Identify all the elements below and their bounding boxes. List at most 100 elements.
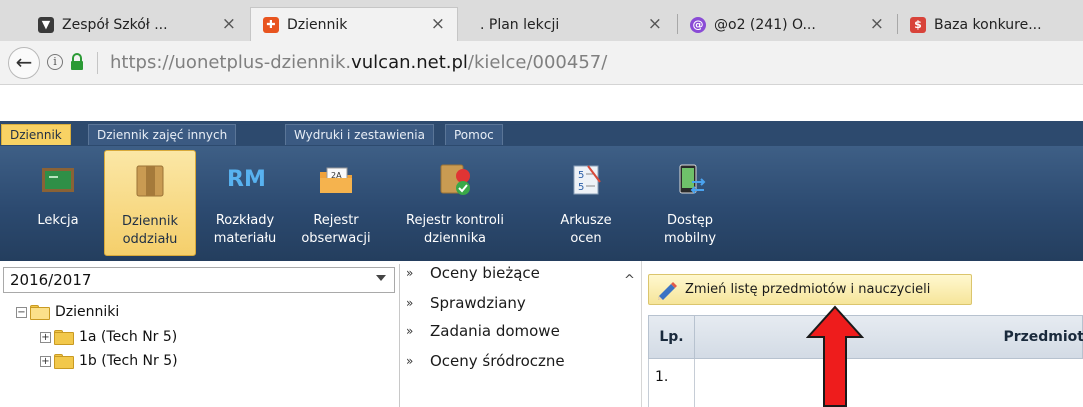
shield-icon: ▼ (38, 16, 54, 33)
journal-control-icon (440, 164, 470, 195)
menu-tab-wydruki[interactable]: Wydruki i zestawienia (285, 124, 434, 145)
tab-title: Zespół Szkół ... (62, 16, 168, 33)
toolbar-label-line1: Rozkłady (215, 213, 275, 228)
toolbar-label-line1: Rejestr (313, 213, 359, 228)
close-icon[interactable]: × (222, 14, 236, 34)
toolbar-label: Arkusze ocen (548, 212, 624, 248)
chevron-down-icon[interactable] (376, 275, 386, 281)
menu-tab-dziennik-zajec-innych[interactable]: Dziennik zajęć innych (88, 124, 237, 145)
lock-icon[interactable] (70, 53, 84, 71)
school-year-value: 2016/2017 (10, 271, 92, 289)
section-oceny-biezace[interactable]: » Oceny bieżące (406, 261, 540, 285)
toolbar-arkusze-ocen-button[interactable]: 5 5 Arkusze ocen (548, 146, 624, 258)
chevron-right-icon: » (406, 266, 414, 280)
toolbar-label: Rejestr obserwacji (292, 212, 380, 248)
toolbar-label-line2: mobilny (663, 231, 717, 246)
tree-item-1b[interactable]: + 1b (Tech Nr 5) (40, 351, 178, 371)
toolbar-label-line1: Arkusze (560, 213, 612, 228)
pencil-icon (658, 281, 677, 300)
section-oceny-srodroczne[interactable]: » Oceny śródroczne (406, 349, 565, 373)
tab-title: @o2 (241) O... (714, 16, 816, 33)
url-separator (97, 52, 98, 74)
toolbar-rejestr-obserwacji-button[interactable]: 2A Rejestr obserwacji (292, 146, 380, 258)
back-arrow-icon[interactable]: ← (8, 47, 40, 79)
class-journal-icon (136, 165, 164, 197)
browser-tab-baza[interactable]: $ Baza konkure... (898, 8, 1083, 41)
toolbar-label: Rozkłady materiału (204, 212, 286, 248)
close-icon[interactable]: × (431, 14, 445, 34)
svg-text:5: 5 (578, 170, 584, 181)
tab-title: Baza konkure... (934, 16, 1042, 33)
column-header-przedmiot[interactable]: Przedmiot (695, 316, 1083, 358)
toolbar-label-line1: Dostęp (666, 213, 714, 228)
url-suffix: /kielce/000457/ (467, 52, 608, 73)
toolbar-lekcja-button[interactable]: Lekcja (22, 146, 94, 258)
lesson-icon (42, 168, 74, 192)
rm-icon: RM (227, 167, 266, 192)
url-domain: vulcan.net.pl (351, 52, 468, 73)
section-zadania-domowe[interactable]: » Zadania domowe (406, 319, 560, 343)
chevron-right-icon: » (406, 296, 414, 310)
expand-icon[interactable]: + (40, 355, 51, 367)
tree-item-1a[interactable]: + 1a (Tech Nr 5) (40, 326, 177, 348)
section-label: Oceny śródroczne (430, 352, 565, 370)
menu-tab-dziennik[interactable]: Dziennik (1, 124, 71, 145)
chevron-right-icon: » (406, 324, 414, 338)
close-icon[interactable]: × (870, 14, 884, 34)
toolbar-dziennik-oddzialu-button[interactable]: Dziennik oddziału (104, 150, 196, 256)
red-arrow-annotation (806, 305, 864, 407)
change-subjects-teachers-button[interactable]: Zmień listę przedmiotów i nauczycieli (648, 274, 972, 305)
row-number: 1. (649, 359, 695, 407)
browser-tab-strip: ▼ Zespół Szkół ... × ✚ Dziennik × . Plan… (0, 0, 1083, 41)
table-row[interactable]: 1. (648, 359, 1083, 407)
browser-tab-dziennik[interactable]: ✚ Dziennik × (250, 7, 458, 41)
bookmark-icon: $ (910, 16, 926, 33)
tree-item-label: 1a (Tech Nr 5) (79, 329, 178, 345)
subjects-table-header: Lp. Przedmiot (648, 315, 1083, 359)
journal-sections-panel: » Oceny bieżące » Sprawdziany » Zadania … (402, 261, 642, 407)
toolbar-dostep-mobilny-button[interactable]: Dostęp mobilny (652, 146, 728, 258)
toolbar-label: Dziennik oddziału (105, 213, 195, 249)
section-label: Oceny bieżące (430, 264, 540, 282)
close-icon[interactable]: × (648, 14, 662, 34)
app-menu-bar: Dziennik Dziennik zajęć innych Wydruki i… (0, 121, 1083, 146)
section-label: Zadania domowe (430, 322, 560, 340)
column-header-lp[interactable]: Lp. (649, 316, 695, 358)
journal-tree-panel: 2016/2017 − Dzienniki + 1a (Tech Nr 5) +… (0, 264, 400, 407)
toolbar-label-line2: ocen (570, 231, 602, 246)
browser-tab-plan-lekcji[interactable]: . Plan lekcji × (458, 8, 674, 41)
expand-icon[interactable]: + (40, 331, 51, 343)
url-field[interactable]: https://uonetplus-dziennik.vulcan.net.pl… (110, 52, 607, 73)
vulcan-icon: ✚ (263, 16, 279, 33)
toolbar-label-line2: obserwacji (301, 231, 371, 246)
svg-text:5: 5 (578, 182, 584, 193)
collapse-up-icon[interactable]: ^ (624, 273, 635, 288)
observation-register-icon: 2A (320, 167, 352, 193)
menu-tab-pomoc[interactable]: Pomoc (445, 124, 503, 145)
browser-tab-o2[interactable]: @ @o2 (241) O... × (678, 8, 896, 41)
tree-item-dzienniki[interactable]: − Dzienniki (16, 301, 119, 323)
url-prefix: https://uonetplus-dziennik. (110, 52, 352, 73)
school-year-select[interactable]: 2016/2017 (3, 267, 395, 293)
toolbar-label: Rejestr kontroli dziennika (396, 212, 514, 248)
grade-sheets-icon: 5 5 (573, 165, 601, 195)
toolbar-label-line2: dziennika (423, 231, 487, 246)
tab-title: Dziennik (287, 16, 348, 33)
folder-icon (54, 353, 74, 369)
toolbar-rejestr-kontroli-button[interactable]: Rejestr kontroli dziennika (396, 146, 514, 258)
toolbar-label-line1: Dziennik (121, 214, 179, 229)
toolbar-rozklady-button[interactable]: RM Rozkłady materiału (204, 146, 286, 258)
toolbar-label: Lekcja (37, 213, 79, 228)
app-toolbar: Lekcja Dziennik oddziału RM Rozkłady mater… (0, 146, 1083, 261)
o2-icon: @ (690, 16, 706, 33)
toolbar-label: Dostęp mobilny (652, 212, 728, 248)
tree-item-label: 1b (Tech Nr 5) (79, 353, 178, 369)
section-sprawdziany[interactable]: » Sprawdziany (406, 291, 526, 315)
browser-tab-zespol[interactable]: ▼ Zespół Szkół ... × (26, 8, 248, 41)
mobile-access-icon (679, 164, 706, 194)
tree-item-label: Dzienniki (55, 304, 120, 320)
info-icon[interactable]: i (47, 54, 63, 70)
browser-address-bar: ← i https://uonetplus-dziennik.vulcan.ne… (0, 41, 1083, 85)
collapse-icon[interactable]: − (16, 306, 27, 318)
section-label: Sprawdziany (430, 294, 526, 312)
